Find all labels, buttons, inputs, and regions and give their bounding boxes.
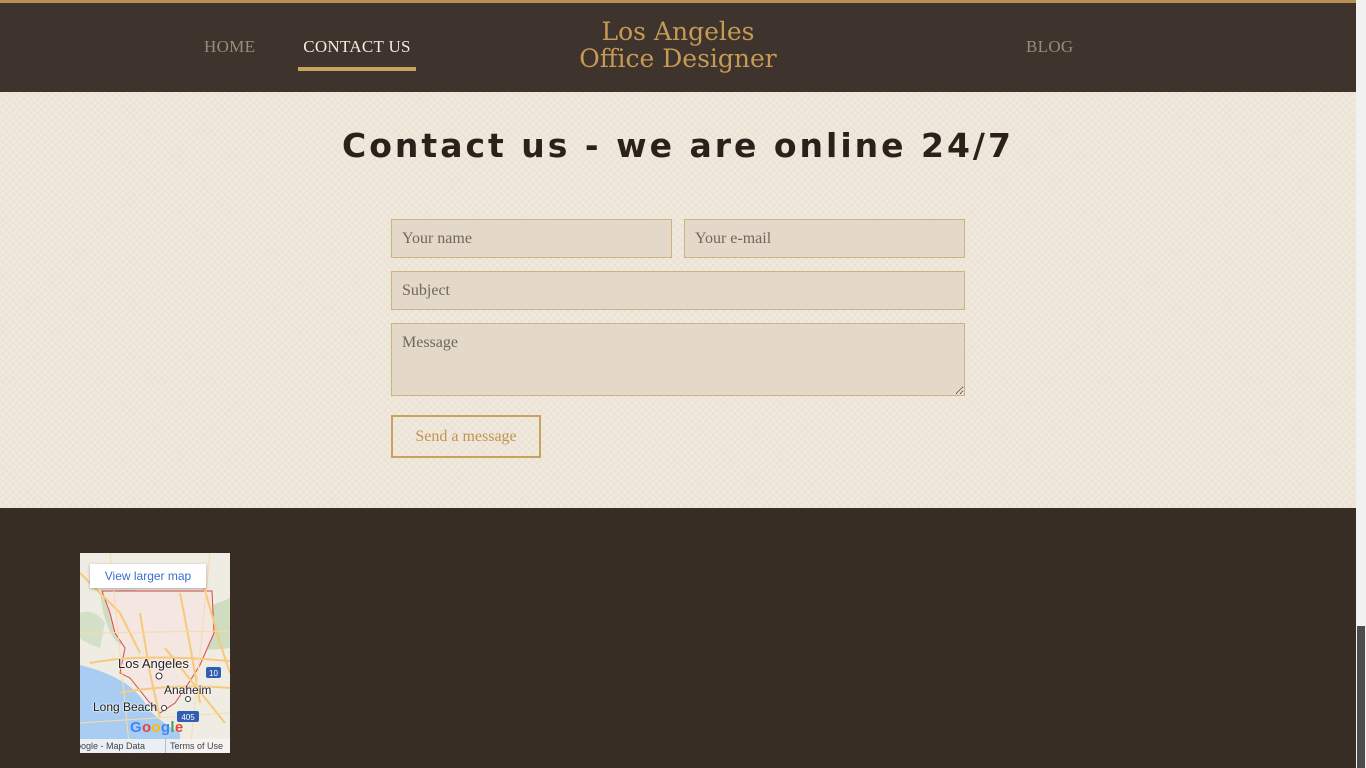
map-label-anaheim: Anaheim bbox=[164, 683, 212, 697]
map-label-long-beach: Long Beach bbox=[93, 700, 158, 714]
site-logo[interactable]: Los Angeles Office Designer bbox=[560, 18, 796, 72]
subject-input[interactable] bbox=[391, 271, 965, 310]
site-header: HOME CONTACT US Los Angeles Office Desig… bbox=[0, 0, 1356, 92]
nav-blog[interactable]: BLOG bbox=[1026, 37, 1073, 57]
map-label-los-angeles: Los Angeles bbox=[118, 656, 189, 671]
scrollbar-thumb[interactable] bbox=[1357, 626, 1365, 768]
map-attribution-bar: oogle - Map Data Terms of Use bbox=[80, 739, 230, 753]
nav-home[interactable]: HOME bbox=[204, 37, 255, 57]
view-larger-map-link[interactable]: View larger map bbox=[90, 564, 206, 588]
email-input[interactable] bbox=[684, 219, 965, 258]
map-data-attribution: oogle - Map Data bbox=[80, 741, 146, 751]
send-message-button[interactable]: Send a message bbox=[391, 415, 541, 458]
site-footer: 10 405 View larger map Los Angeles Anahe… bbox=[0, 508, 1356, 768]
active-nav-indicator bbox=[298, 67, 416, 71]
page-title: Contact us - we are online 24/7 bbox=[342, 126, 1014, 165]
message-textarea[interactable] bbox=[391, 323, 965, 396]
page-scrollbar[interactable] bbox=[1356, 0, 1366, 768]
logo-line-2: Office Designer bbox=[579, 44, 777, 73]
terms-of-use-link[interactable]: Terms of Use bbox=[165, 739, 223, 753]
name-input[interactable] bbox=[391, 219, 672, 258]
contact-section: Contact us - we are online 24/7 Send a m… bbox=[0, 92, 1356, 508]
logo-line-1: Los Angeles bbox=[601, 17, 755, 46]
map-embed[interactable]: 10 405 View larger map Los Angeles Anahe… bbox=[80, 553, 230, 753]
highway-10-label: 10 bbox=[209, 669, 218, 678]
google-logo: Google bbox=[130, 719, 184, 736]
nav-contact-us[interactable]: CONTACT US bbox=[298, 37, 416, 57]
